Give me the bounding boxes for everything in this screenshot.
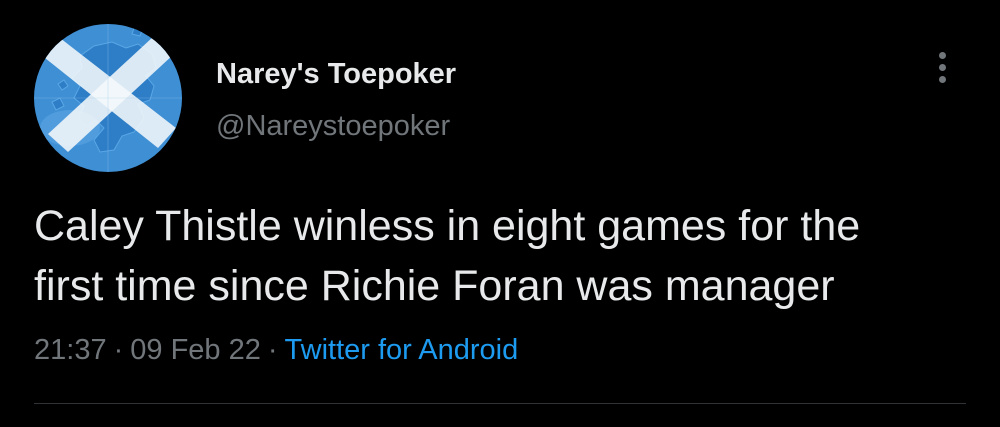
- more-vertical-icon: [939, 64, 946, 71]
- tweet-text: Caley Thistle winless in eight games for…: [34, 202, 861, 310]
- more-options-button[interactable]: [924, 44, 960, 92]
- tweet-source-link[interactable]: Twitter for Android: [285, 334, 519, 366]
- meta-separator: ·: [267, 334, 278, 366]
- tweet: Narey's Toepoker @Nareystoepoker Caley T…: [0, 0, 1000, 427]
- meta-separator: ·: [113, 334, 124, 366]
- more-vertical-icon: [939, 76, 946, 83]
- tweet-date[interactable]: 09 Feb 22: [130, 334, 261, 366]
- display-name[interactable]: Narey's Toepoker: [216, 58, 456, 91]
- divider: [34, 403, 966, 404]
- more-vertical-icon: [939, 52, 946, 59]
- avatar[interactable]: [34, 24, 182, 172]
- user-handle[interactable]: @Nareystoepoker: [216, 110, 450, 143]
- tweet-metadata: 21:37 · 09 Feb 22 · Twitter for Android: [34, 334, 518, 367]
- tweet-time[interactable]: 21:37: [34, 334, 107, 366]
- scotland-map-avatar-icon: [34, 24, 182, 172]
